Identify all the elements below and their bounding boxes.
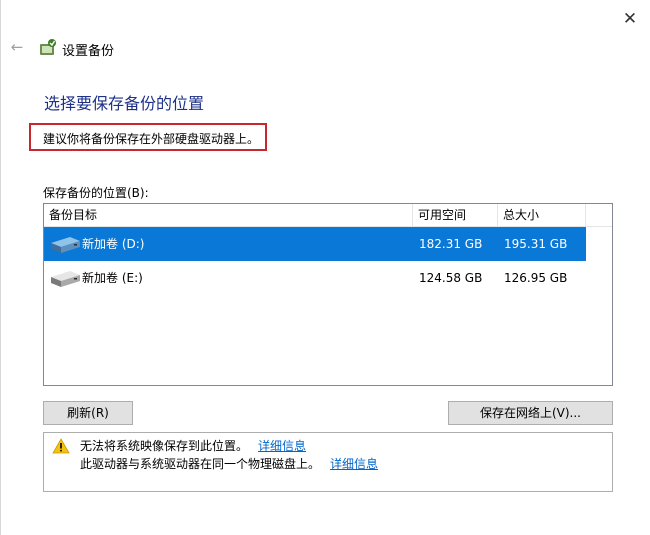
refresh-button[interactable]: 刷新(R) [43,401,133,425]
backup-setup-window: ✕ ← 设置备份 选择要保存备份的位置 建议你将备份保存在外部硬盘驱动器上。 保… [0,0,650,535]
window-title: 设置备份 [62,44,115,59]
list-row-drive-e[interactable]: 新加卷 (E:) 124.58 GB 126.95 GB [44,261,586,295]
close-icon: ✕ [622,9,638,29]
warning-notice: 无法将系统映像保存到此位置。 详细信息 此驱动器与系统驱动器在同一个物理磁盘上。详… [43,432,613,492]
column-header-target[interactable]: 备份目标 [44,204,413,226]
save-on-network-button[interactable]: 保存在网络上(V)... [448,401,613,425]
back-arrow-icon: ← [10,38,24,56]
backup-location-list[interactable]: 备份目标 可用空间 总大小 新加卷 (D:) 182.31 GB 195.31 … [43,203,613,386]
notice-text: 此驱动器与系统驱动器在同一个物理磁盘上。 [80,457,321,471]
back-button[interactable]: ← [6,36,28,58]
close-button[interactable]: ✕ [614,5,646,33]
drive-total-size: 195.31 GB [504,237,568,251]
drive-free-space: 182.31 GB [419,237,483,251]
window-left-edge [0,0,1,535]
drive-icon [51,237,80,253]
column-header-total-size[interactable]: 总大小 [498,204,586,226]
recommendation-text: 建议你将备份保存在外部硬盘驱动器上。 [43,132,260,146]
notice-text: 无法将系统映像保存到此位置。 [80,439,249,453]
drive-name: 新加卷 (D:) [82,237,145,251]
column-header-free-space[interactable]: 可用空间 [413,204,498,226]
page-heading: 选择要保存备份的位置 [44,94,205,113]
details-link[interactable]: 详细信息 [330,457,378,471]
drive-free-space: 124.58 GB [419,271,483,285]
backup-location-label: 保存备份的位置(B): [43,186,149,200]
drive-total-size: 126.95 GB [504,271,568,285]
warning-icon [52,438,70,454]
drive-icon [51,271,80,287]
notice-line-2: 此驱动器与系统驱动器在同一个物理磁盘上。 详细信息 [80,455,378,472]
backup-app-icon [40,39,56,55]
details-link[interactable]: 详细信息 [258,439,306,453]
notice-line-1: 无法将系统映像保存到此位置。 详细信息 [80,437,306,454]
drive-name: 新加卷 (E:) [82,271,143,285]
list-row-drive-d[interactable]: 新加卷 (D:) 182.31 GB 195.31 GB [44,227,586,261]
